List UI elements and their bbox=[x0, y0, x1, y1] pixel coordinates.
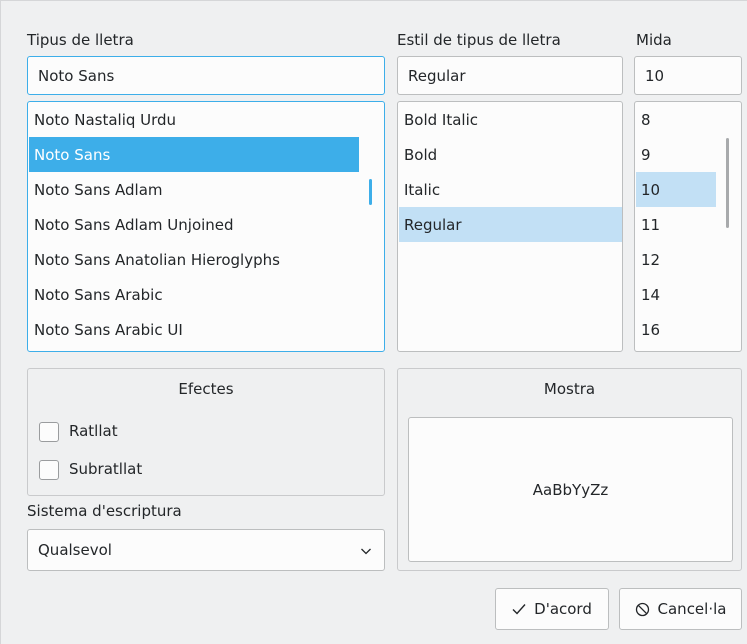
size-list-item[interactable]: 12 bbox=[636, 242, 716, 277]
style-list-item[interactable]: Bold Italic bbox=[399, 102, 622, 137]
writing-system-value: Qualsevol bbox=[38, 541, 112, 559]
underline-checkbox[interactable] bbox=[39, 460, 59, 480]
family-list-item[interactable]: Noto Sans Adlam bbox=[29, 172, 359, 207]
family-input[interactable]: Noto Sans bbox=[27, 56, 385, 95]
family-list[interactable]: Noto Nastaliq Urdu Noto Sans Noto Sans A… bbox=[27, 101, 385, 352]
sample-group: Mostra AaBbYyZz bbox=[397, 368, 742, 571]
style-list-item[interactable]: Bold bbox=[399, 137, 622, 172]
family-list-item[interactable]: Noto Sans Adlam Unjoined bbox=[29, 207, 359, 242]
size-list-item[interactable]: 11 bbox=[636, 207, 716, 242]
size-input[interactable]: 10 bbox=[634, 56, 742, 95]
size-list[interactable]: 8 9 10 11 12 14 16 bbox=[634, 101, 742, 352]
cancel-button[interactable]: Cancel·la bbox=[619, 588, 742, 630]
effects-group: Efectes Ratllat Subratllat bbox=[27, 368, 385, 496]
writing-system-label: Sistema d'escriptura bbox=[27, 502, 182, 520]
size-list-item[interactable]: 9 bbox=[636, 137, 716, 172]
family-list-item[interactable]: Noto Sans Arabic bbox=[29, 277, 359, 312]
sample-title: Mostra bbox=[543, 380, 596, 398]
family-list-item[interactable]: Noto Sans Arabic UI bbox=[29, 312, 359, 347]
effects-title: Efectes bbox=[178, 380, 234, 398]
family-scrollbar[interactable] bbox=[369, 179, 372, 205]
strikeout-label[interactable]: Ratllat bbox=[69, 422, 118, 440]
size-list-item[interactable]: 8 bbox=[636, 102, 716, 137]
font-dialog: Tipus de lletra Noto Sans Noto Nastaliq … bbox=[0, 0, 747, 644]
ok-button-label: D'acord bbox=[534, 600, 592, 618]
underline-label[interactable]: Subratllat bbox=[69, 460, 142, 478]
size-list-item[interactable]: 16 bbox=[636, 312, 716, 347]
style-list-item[interactable]: Italic bbox=[399, 172, 622, 207]
family-list-item-selected[interactable]: Noto Sans bbox=[29, 137, 359, 172]
size-list-item[interactable]: 14 bbox=[636, 277, 716, 312]
family-list-item[interactable]: Noto Sans Anatolian Hieroglyphs bbox=[29, 242, 359, 277]
size-list-item-selected[interactable]: 10 bbox=[636, 172, 716, 207]
cancel-circle-icon bbox=[635, 602, 650, 617]
strikeout-checkbox[interactable] bbox=[39, 422, 59, 442]
chevron-down-icon bbox=[360, 543, 372, 561]
family-label: Tipus de lletra bbox=[27, 31, 134, 49]
family-list-item[interactable]: Noto Nastaliq Urdu bbox=[29, 102, 359, 137]
cancel-button-label: Cancel·la bbox=[657, 600, 727, 618]
size-scrollbar[interactable] bbox=[726, 138, 729, 228]
style-label: Estil de tipus de lletra bbox=[397, 31, 561, 49]
style-list[interactable]: Bold Italic Bold Italic Regular bbox=[397, 101, 623, 352]
checkmark-icon bbox=[512, 603, 526, 615]
ok-button[interactable]: D'acord bbox=[495, 588, 609, 630]
style-input[interactable]: Regular bbox=[397, 56, 623, 95]
size-label: Mida bbox=[636, 31, 672, 49]
style-list-item-selected[interactable]: Regular bbox=[399, 207, 622, 242]
writing-system-combo[interactable]: Qualsevol bbox=[27, 529, 385, 571]
sample-preview: AaBbYyZz bbox=[408, 417, 733, 562]
